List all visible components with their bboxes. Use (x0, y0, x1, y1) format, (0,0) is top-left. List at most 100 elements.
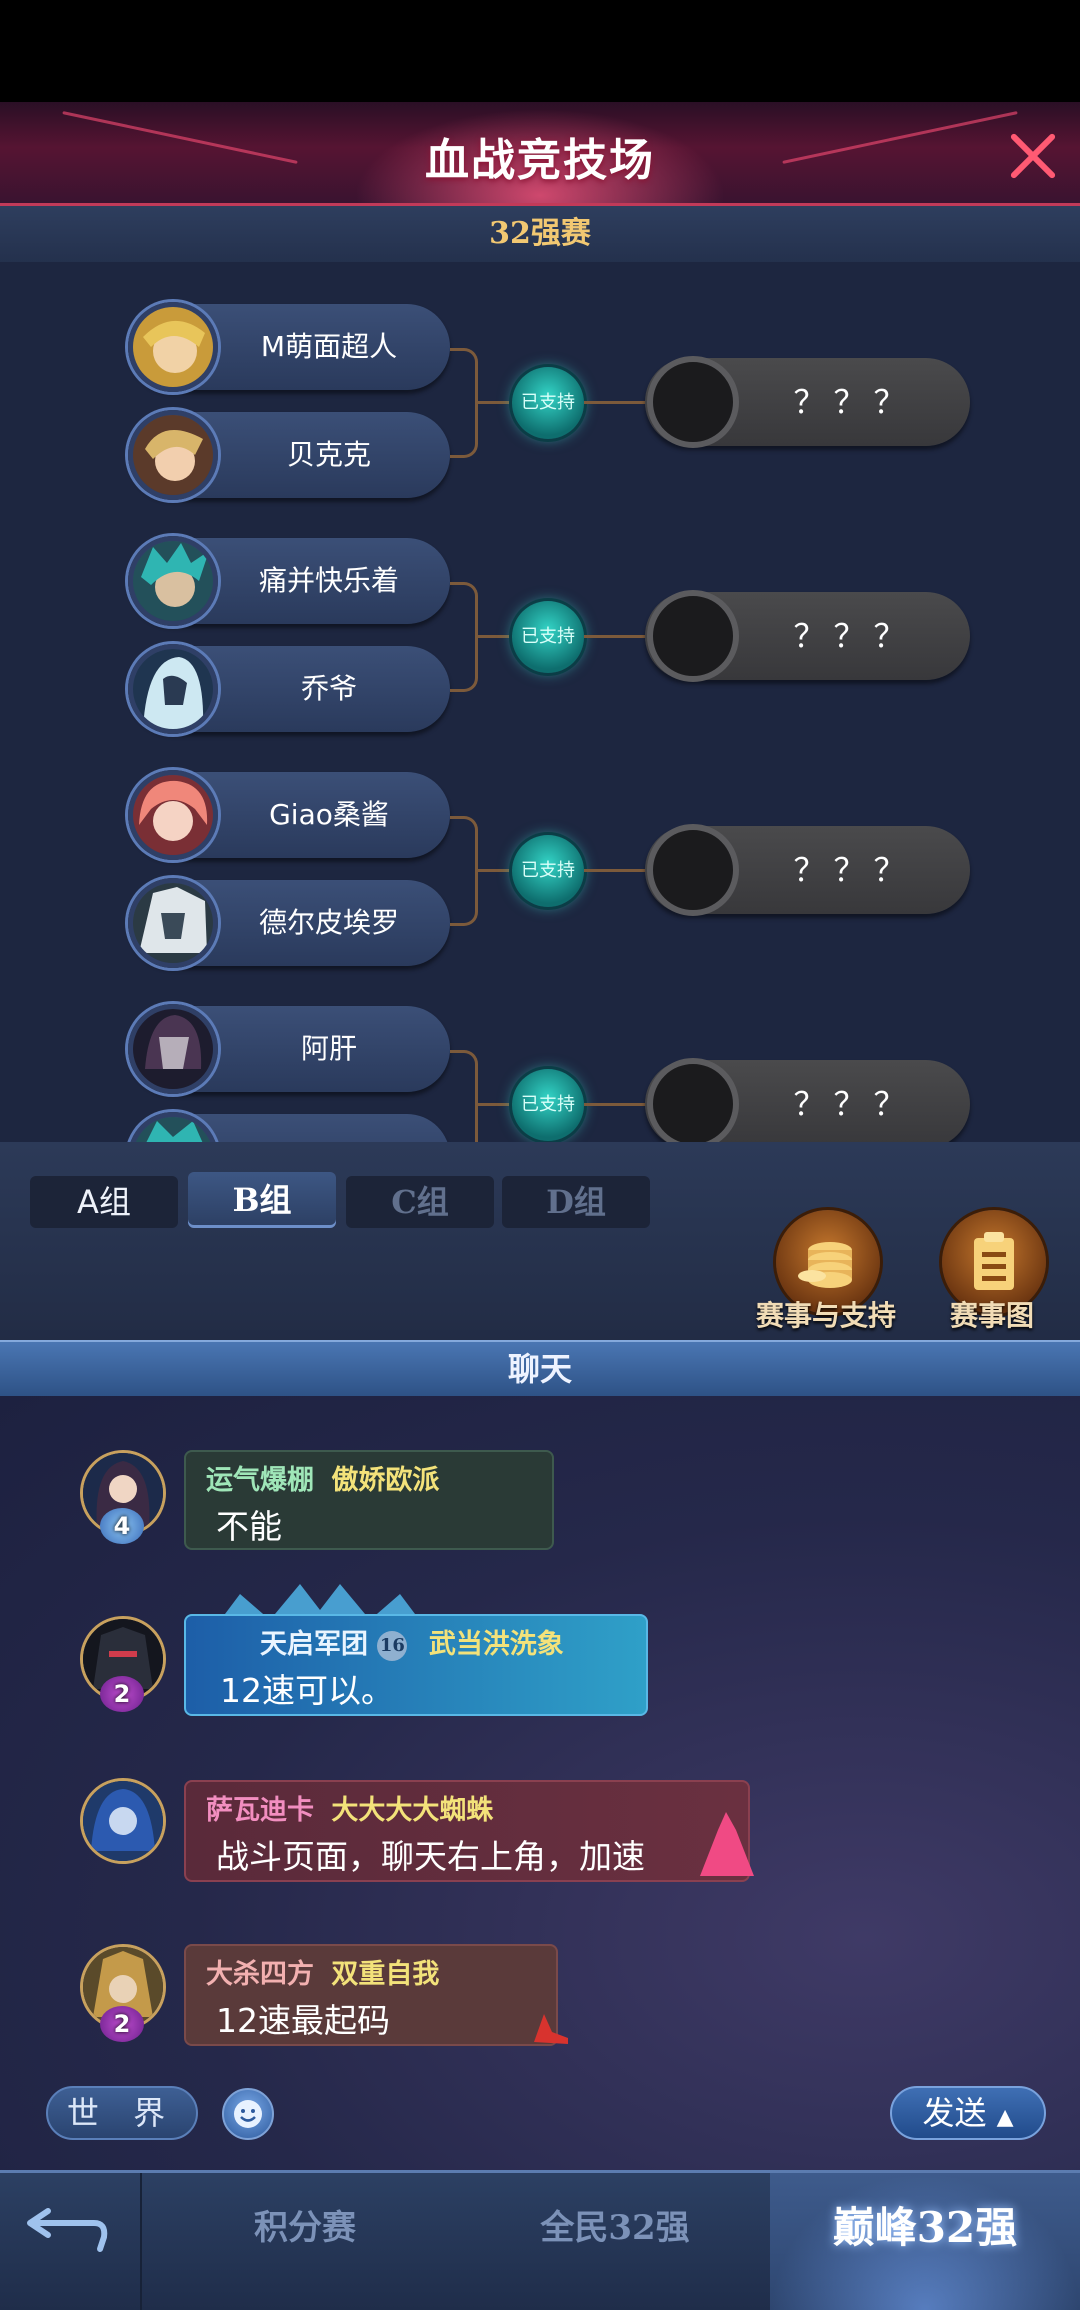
winner-slot: ？？？ (645, 824, 970, 916)
bracket-connector (450, 1050, 478, 1142)
bracket-line (584, 635, 648, 638)
player-entry[interactable]: 阿肝 (128, 1004, 450, 1094)
chat-sender: 大杀四方 双重自我 (206, 1952, 439, 1991)
sender-name: 傲娇欧派 (331, 1465, 440, 1496)
chat-messages[interactable]: 4 运气爆棚 傲娇欧派 不能 2 天启军团 16 武当洪洗象 12速可以。 萨瓦… (0, 1396, 1080, 2170)
arrow-up-icon: ▲ (996, 2105, 1014, 2130)
avatar[interactable] (80, 1778, 166, 1864)
player-entry[interactable]: Giao桑酱 (128, 770, 450, 860)
bracket-line (478, 635, 514, 638)
round-bar: 32强赛 (0, 206, 1080, 262)
chat-header: 聊天 (0, 1340, 1080, 1396)
player-avatar (128, 410, 218, 500)
vip-badge: 4 (100, 1508, 144, 1544)
tab-group-c[interactable]: C组 (346, 1176, 494, 1228)
bracket-line (478, 401, 514, 404)
player-avatar (128, 302, 218, 392)
guild-name: 大杀四方 (206, 1959, 314, 1990)
vip-badge: 2 (100, 2006, 144, 2042)
player-avatar (128, 536, 218, 626)
support-badge[interactable]: 已支持 (512, 1069, 584, 1141)
chat-title: 聊天 (507, 1350, 572, 1388)
bracket-line (584, 869, 648, 872)
player-name: 贝克克 (286, 438, 371, 471)
player-name: 乔爷 (300, 672, 357, 705)
bracket-line (478, 869, 514, 872)
tab-group-d[interactable]: D组 (502, 1176, 650, 1228)
support-badge[interactable]: 已支持 (512, 835, 584, 907)
round-title: 32强赛 (489, 216, 591, 251)
player-avatar (128, 1004, 218, 1094)
back-button[interactable] (0, 2173, 142, 2310)
winner-name: ？？？ (793, 383, 914, 421)
sender-name: 大大大大蜘蛛 (331, 1795, 494, 1826)
chat-bubble[interactable]: 天启军团 16 武当洪洗象 12速可以。 (184, 1614, 648, 1716)
winner-name: ？？？ (793, 851, 914, 889)
player-name: Giao桑酱 (269, 798, 389, 831)
chat-sender: 萨瓦迪卡 大大大大蜘蛛 (206, 1788, 493, 1827)
bracket-connector (450, 582, 478, 692)
support-badge[interactable]: 已支持 (512, 601, 584, 673)
message-text: 12速可以。 (220, 1671, 394, 1710)
bracket-connector (450, 348, 478, 458)
chat-sender: 天启军团 16 武当洪洗象 (260, 1622, 564, 1661)
tab-group-a[interactable]: A组 (30, 1176, 178, 1228)
tab-all-32[interactable]: 全民32强 (460, 2173, 770, 2310)
guild-name: 天启军团 (260, 1629, 368, 1660)
player-entry[interactable]: 贝克克 (128, 410, 450, 500)
winner-avatar-placeholder (647, 590, 739, 682)
sender-name: 武当洪洗象 (428, 1629, 564, 1660)
player-entry[interactable] (128, 1112, 450, 1142)
send-label: 发送 (922, 2094, 987, 2132)
player-avatar (128, 1112, 218, 1142)
bracket-panel[interactable]: M萌面超人 贝克克 已支持 ？？？ 痛并快乐着 乔爷 已支持 ？？？ Giao桑… (0, 262, 1080, 1142)
shoe-decor-icon (534, 2014, 568, 2044)
winner-name: ？？？ (793, 1085, 914, 1123)
chat-bubble[interactable]: 运气爆棚 傲娇欧派 不能 (184, 1450, 554, 1550)
tab-group-b[interactable]: B组 (188, 1172, 336, 1228)
bracket-chart-label: 赛事图 (950, 1299, 1035, 1332)
title-bar: 血战竞技场 (0, 102, 1080, 206)
bottom-nav: 积分赛 全民32强 巅峰32强 (0, 2170, 1080, 2310)
smiley-icon (234, 2100, 262, 2128)
player-name: 阿肝 (300, 1032, 357, 1065)
winner-slot: ？？？ (645, 1058, 970, 1142)
guild-name: 运气爆棚 (206, 1465, 314, 1496)
message-text: 战斗页面，聊天右上角，加速 (216, 1837, 645, 1876)
player-name: 德尔皮埃罗 (258, 906, 399, 939)
guild-level-badge: 16 (377, 1630, 408, 1661)
player-entry[interactable]: 乔爷 (128, 644, 450, 734)
winner-avatar-placeholder (647, 356, 739, 448)
message-text: 不能 (216, 1507, 282, 1546)
player-entry[interactable]: 痛并快乐着 (128, 536, 450, 626)
group-area: A组 B组 C组 D组 赛事与支持 赛事图 (0, 1142, 1080, 1340)
player-avatar (128, 770, 218, 860)
tab-points-match[interactable]: 积分赛 (150, 2173, 460, 2310)
emoji-button[interactable] (222, 2088, 274, 2140)
player-name: 痛并快乐着 (258, 564, 399, 597)
send-button[interactable]: 发送 ▲ (890, 2086, 1046, 2140)
events-support-label: 赛事与支持 (756, 1299, 897, 1332)
close-button[interactable] (1006, 130, 1058, 182)
player-entry[interactable]: 德尔皮埃罗 (128, 878, 450, 968)
tab-peak-32[interactable]: 巅峰32强 (770, 2173, 1080, 2310)
chat-bubble[interactable]: 萨瓦迪卡 大大大大蜘蛛 战斗页面，聊天右上角，加速 (184, 1780, 750, 1882)
winner-name: ？？？ (793, 617, 914, 655)
support-badge[interactable]: 已支持 (512, 367, 584, 439)
bracket-connector (450, 816, 478, 926)
player-avatar (128, 644, 218, 734)
winner-avatar-placeholder (647, 1058, 739, 1142)
page-title: 血战竞技场 (425, 135, 655, 186)
player-entry[interactable]: M萌面超人 (128, 302, 450, 392)
winner-slot: ？？？ (645, 590, 970, 682)
back-arrow-icon (27, 2208, 108, 2252)
status-bar (0, 0, 1080, 102)
chat-bubble[interactable]: 大杀四方 双重自我 12速最起码 (184, 1944, 558, 2046)
winner-avatar-placeholder (647, 824, 739, 916)
channel-selector[interactable]: 世 界 (46, 2086, 198, 2140)
vip-badge: 2 (100, 1676, 144, 1712)
chat-input-bar: 世 界 发送 ▲ (0, 2086, 1080, 2148)
guild-name: 萨瓦迪卡 (206, 1795, 314, 1826)
chat-sender: 运气爆棚 傲娇欧派 (206, 1458, 439, 1497)
message-text: 12速最起码 (216, 2001, 390, 2040)
